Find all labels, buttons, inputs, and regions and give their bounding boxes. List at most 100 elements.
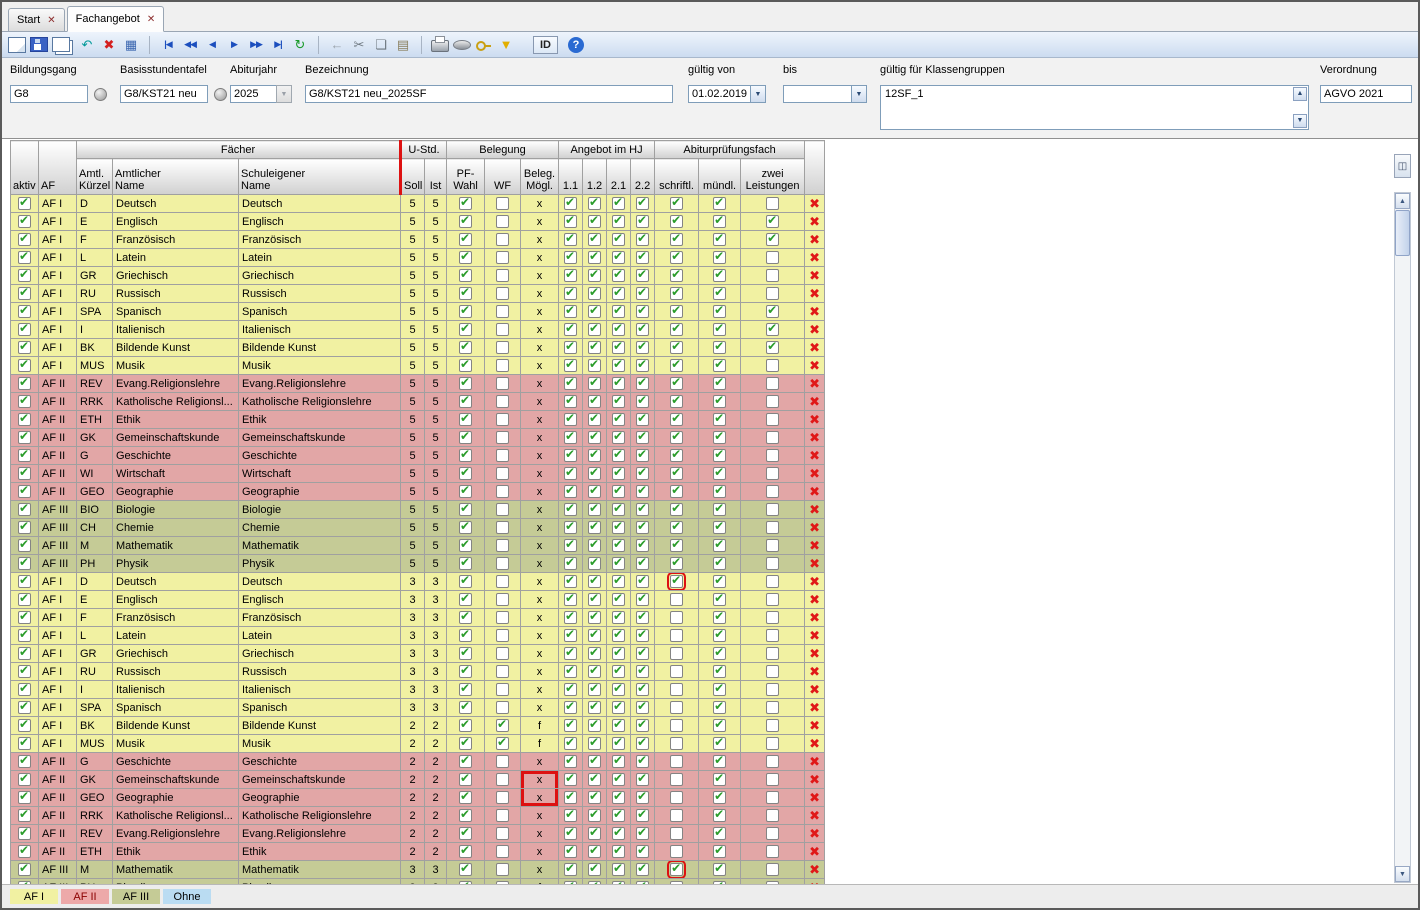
muendlich-checkbox[interactable]: ✔	[713, 845, 726, 858]
aktiv-checkbox[interactable]: ✔	[18, 791, 31, 804]
delete-cell[interactable]: ✖	[805, 555, 825, 573]
zwei-leistungen-checkbox[interactable]: ✔	[766, 215, 779, 228]
funnel-icon[interactable]: ▼	[497, 36, 515, 54]
hj-1-1-checkbox[interactable]: ✔	[564, 467, 577, 480]
hj-1-1-checkbox[interactable]: ✔	[564, 791, 577, 804]
hj-1-1-checkbox[interactable]: ✔	[564, 359, 577, 372]
muendlich-checkbox[interactable]: ✔	[713, 287, 726, 300]
wf-checkbox[interactable]	[496, 809, 509, 822]
delete-cell[interactable]: ✖	[805, 393, 825, 411]
gueltig-von-input[interactable]	[688, 85, 750, 103]
zwei-leistungen-checkbox[interactable]	[766, 503, 779, 516]
schriftlich-checkbox[interactable]	[670, 683, 683, 696]
delete-row-icon[interactable]: ✖	[809, 556, 820, 571]
delete-row-icon[interactable]: ✖	[809, 214, 820, 229]
delete-cell[interactable]: ✖	[805, 213, 825, 231]
hj-1-2-checkbox[interactable]: ✔	[588, 323, 601, 336]
hj-1-1-checkbox[interactable]: ✔	[564, 845, 577, 858]
schriftlich-checkbox[interactable]	[670, 629, 683, 642]
delete-cell[interactable]: ✖	[805, 717, 825, 735]
hj-2-1-checkbox[interactable]: ✔	[612, 431, 625, 444]
pf-wahl-checkbox[interactable]: ✔	[459, 305, 472, 318]
schriftlich-checkbox[interactable]: ✔	[670, 575, 683, 588]
zwei-leistungen-checkbox[interactable]	[766, 431, 779, 444]
schriftlich-checkbox[interactable]: ✔	[670, 215, 683, 228]
hj-1-2-checkbox[interactable]: ✔	[588, 215, 601, 228]
wf-checkbox[interactable]	[496, 755, 509, 768]
col-header-wf[interactable]: WF	[485, 159, 521, 195]
schriftlich-checkbox[interactable]	[670, 647, 683, 660]
wf-checkbox[interactable]	[496, 395, 509, 408]
zwei-leistungen-checkbox[interactable]	[766, 251, 779, 264]
pf-wahl-checkbox[interactable]: ✔	[459, 863, 472, 876]
zwei-leistungen-checkbox[interactable]	[766, 629, 779, 642]
zwei-leistungen-checkbox[interactable]	[766, 611, 779, 624]
hj-2-2-checkbox[interactable]: ✔	[636, 629, 649, 642]
aktiv-checkbox[interactable]: ✔	[18, 287, 31, 300]
hj-2-1-checkbox[interactable]: ✔	[612, 215, 625, 228]
pf-wahl-checkbox[interactable]: ✔	[459, 755, 472, 768]
delete-row-icon[interactable]: ✖	[809, 844, 820, 859]
delete-cell[interactable]: ✖	[805, 267, 825, 285]
delete-cell[interactable]: ✖	[805, 447, 825, 465]
wf-checkbox[interactable]	[496, 377, 509, 390]
wf-checkbox[interactable]	[496, 845, 509, 858]
hj-1-1-checkbox[interactable]: ✔	[564, 701, 577, 714]
tab-fachangebot-close-icon[interactable]: ✕	[147, 14, 155, 25]
wf-checkbox[interactable]	[496, 665, 509, 678]
zwei-leistungen-checkbox[interactable]	[766, 755, 779, 768]
hj-1-2-checkbox[interactable]: ✔	[588, 611, 601, 624]
aktiv-checkbox[interactable]: ✔	[18, 197, 31, 210]
hj-1-1-checkbox[interactable]: ✔	[564, 377, 577, 390]
delete-cell[interactable]: ✖	[805, 807, 825, 825]
pf-wahl-checkbox[interactable]: ✔	[459, 827, 472, 840]
hj-1-2-checkbox[interactable]: ✔	[588, 863, 601, 876]
delete-row-icon[interactable]: ✖	[809, 772, 820, 787]
aktiv-checkbox[interactable]: ✔	[18, 485, 31, 498]
aktiv-checkbox[interactable]: ✔	[18, 377, 31, 390]
muendlich-checkbox[interactable]: ✔	[713, 863, 726, 876]
wf-checkbox[interactable]	[496, 287, 509, 300]
wf-checkbox[interactable]: ✔	[496, 719, 509, 732]
zwei-leistungen-checkbox[interactable]	[766, 701, 779, 714]
hj-2-2-checkbox[interactable]: ✔	[636, 197, 649, 210]
hj-2-2-checkbox[interactable]: ✔	[636, 737, 649, 750]
pf-wahl-checkbox[interactable]: ✔	[459, 467, 472, 480]
hj-1-1-checkbox[interactable]: ✔	[564, 215, 577, 228]
aktiv-checkbox[interactable]: ✔	[18, 701, 31, 714]
zwei-leistungen-checkbox[interactable]	[766, 845, 779, 858]
pf-wahl-checkbox[interactable]: ✔	[459, 611, 472, 624]
wf-checkbox[interactable]	[496, 197, 509, 210]
hj-2-1-checkbox[interactable]: ✔	[612, 575, 625, 588]
zwei-leistungen-checkbox[interactable]	[766, 575, 779, 588]
hj-1-1-checkbox[interactable]: ✔	[564, 485, 577, 498]
delete-row-icon[interactable]: ✖	[809, 628, 820, 643]
hj-1-1-checkbox[interactable]: ✔	[564, 539, 577, 552]
nav-first-icon[interactable]: |◀	[159, 36, 177, 54]
wf-checkbox[interactable]	[496, 557, 509, 570]
schriftlich-checkbox[interactable]	[670, 665, 683, 678]
col-header-schuleigener-name[interactable]: Schuleigener Name	[239, 159, 401, 195]
delete-cell[interactable]: ✖	[805, 861, 825, 879]
hj-1-1-checkbox[interactable]: ✔	[564, 719, 577, 732]
schriftlich-checkbox[interactable]	[670, 827, 683, 840]
muendlich-checkbox[interactable]: ✔	[713, 719, 726, 732]
zwei-leistungen-checkbox[interactable]	[766, 521, 779, 534]
hj-2-2-checkbox[interactable]: ✔	[636, 809, 649, 822]
zwei-leistungen-checkbox[interactable]	[766, 557, 779, 570]
pf-wahl-checkbox[interactable]: ✔	[459, 287, 472, 300]
hj-2-2-checkbox[interactable]: ✔	[636, 719, 649, 732]
hj-2-1-checkbox[interactable]: ✔	[612, 503, 625, 516]
hj-2-2-checkbox[interactable]: ✔	[636, 683, 649, 696]
hj-1-1-checkbox[interactable]: ✔	[564, 233, 577, 246]
klassengruppen-box[interactable]: 12SF_1 ▲ ▼	[880, 85, 1309, 130]
col-header-beleg-moegl[interactable]: Beleg. Mögl.	[521, 159, 559, 195]
hj-1-2-checkbox[interactable]: ✔	[588, 683, 601, 696]
schriftlich-checkbox[interactable]	[670, 791, 683, 804]
delete-row-icon[interactable]: ✖	[809, 358, 820, 373]
pf-wahl-checkbox[interactable]: ✔	[459, 683, 472, 696]
aktiv-checkbox[interactable]: ✔	[18, 431, 31, 444]
hj-1-1-checkbox[interactable]: ✔	[564, 683, 577, 696]
muendlich-checkbox[interactable]: ✔	[713, 233, 726, 246]
hj-2-1-checkbox[interactable]: ✔	[612, 395, 625, 408]
